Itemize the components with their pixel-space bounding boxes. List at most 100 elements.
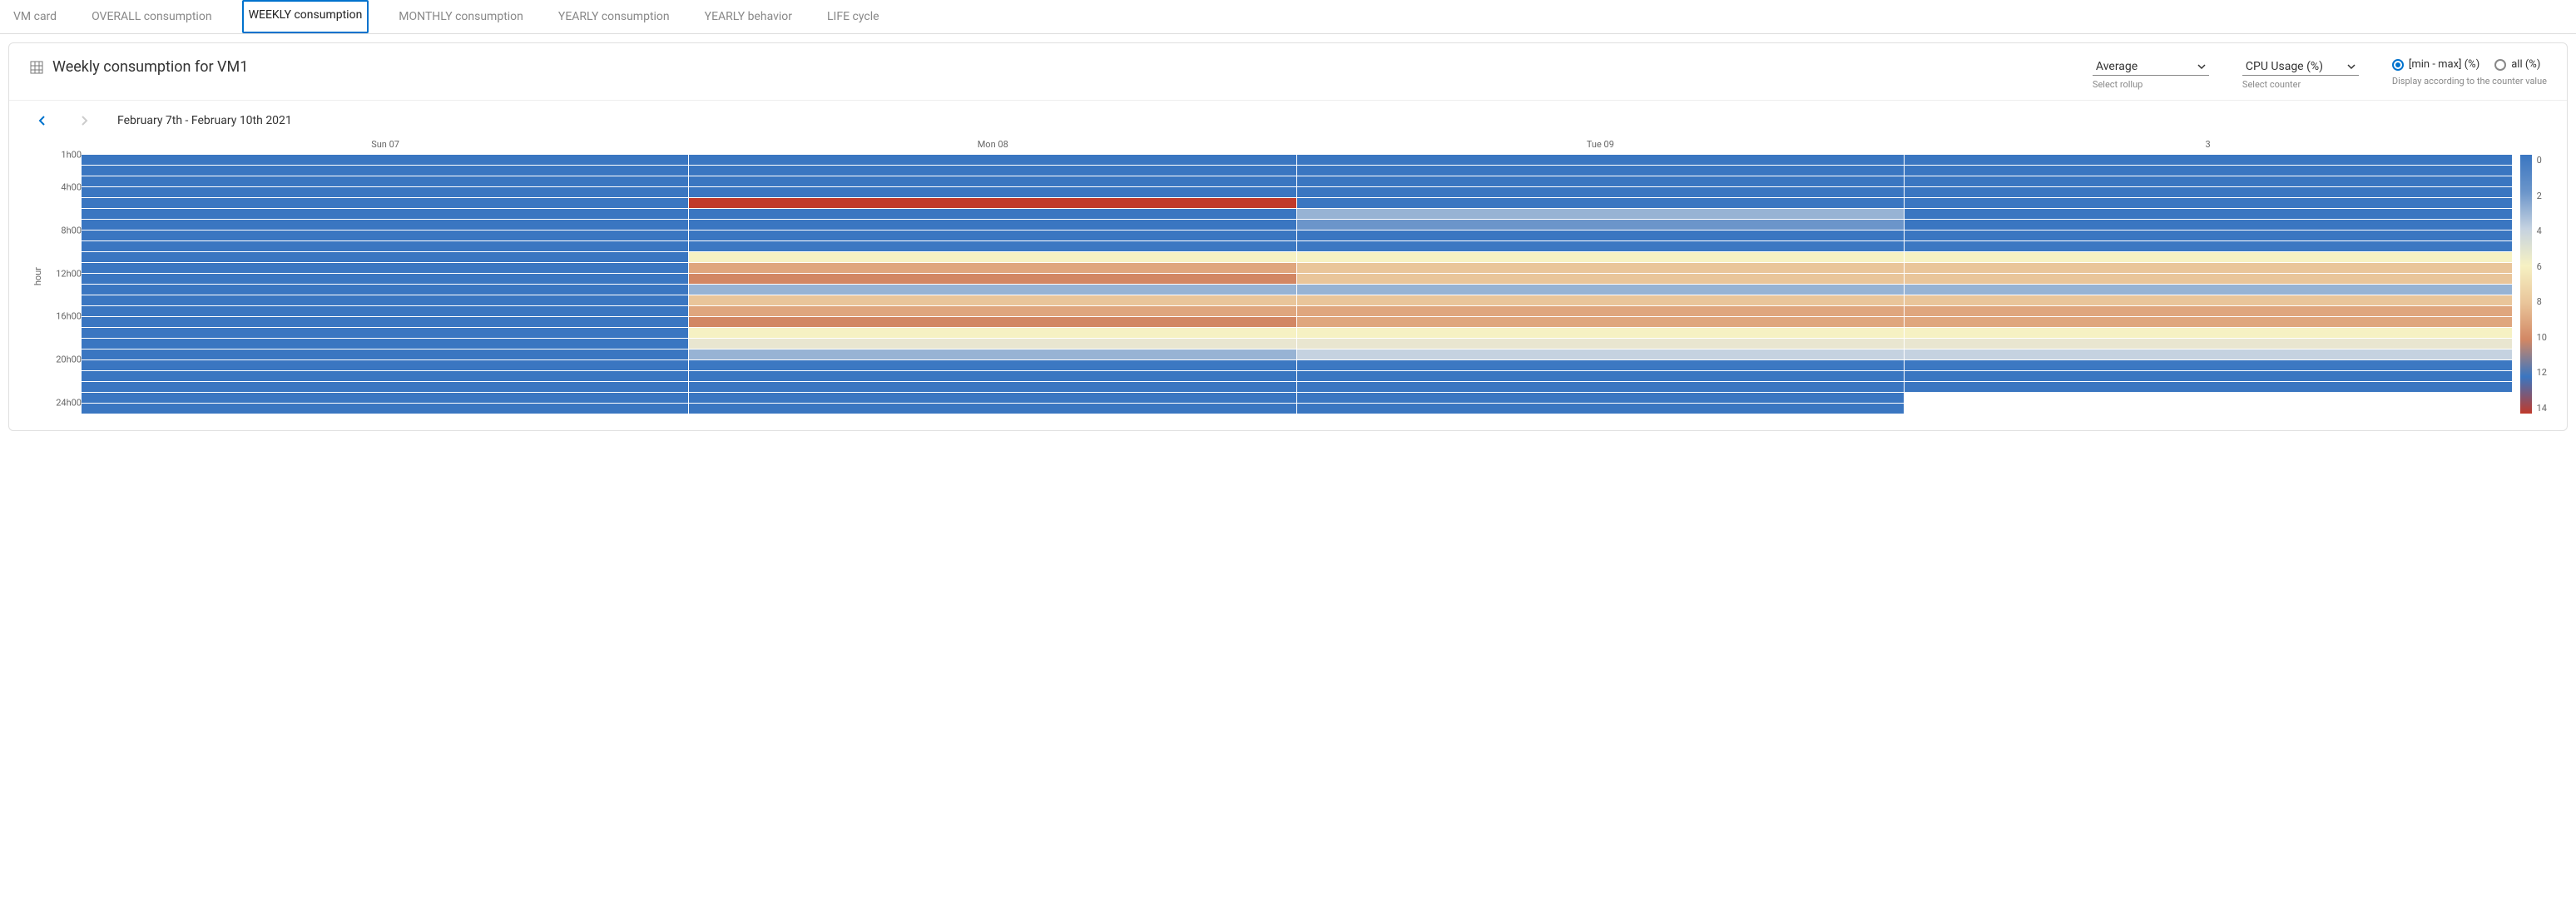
tab-monthly-consumption[interactable]: MONTHLY consumption xyxy=(394,0,528,33)
heatmap-cell xyxy=(82,360,688,370)
radio-label: all (%) xyxy=(2511,58,2540,71)
heatmap-cell xyxy=(1905,306,2511,316)
heatmap-cell xyxy=(82,252,688,262)
heatmap-cell xyxy=(1297,209,1904,219)
colorbar-tick: 0 xyxy=(2537,155,2547,166)
tab-weekly-consumption[interactable]: WEEKLY consumption xyxy=(242,0,369,33)
heatmap-cell xyxy=(82,317,688,327)
heatmap-cell xyxy=(1297,187,1904,197)
heatmap-cell xyxy=(1905,328,2511,338)
y-axis-label: hour xyxy=(29,267,47,285)
heatmap-cell xyxy=(82,328,688,338)
colorbar-tick: 12 xyxy=(2537,367,2547,378)
heatmap-cell xyxy=(1297,252,1904,262)
tab-overall-consumption[interactable]: OVERALL consumption xyxy=(87,0,217,33)
heatmap-cell xyxy=(1297,285,1904,295)
heatmap-cell xyxy=(1905,263,2511,273)
heatmap-cell xyxy=(1905,252,2511,262)
page-title: Weekly consumption for VM1 xyxy=(52,58,248,76)
prev-arrow[interactable] xyxy=(34,112,51,129)
tab-yearly-behavior[interactable]: YEARLY behavior xyxy=(700,0,797,33)
heatmap-cell xyxy=(689,393,1295,403)
next-arrow xyxy=(76,112,92,129)
heatmap-cell xyxy=(689,360,1295,370)
x-ticks: Sun 07Mon 08Tue 093 xyxy=(82,139,2512,150)
heatmap-cell xyxy=(82,382,688,392)
heatmap-cell xyxy=(1297,339,1904,349)
heatmap-cell xyxy=(689,295,1295,305)
heatmap-cell xyxy=(689,317,1295,327)
y-tick: 16h00 xyxy=(56,311,82,322)
heatmap-cell xyxy=(1297,274,1904,284)
radio-option[interactable]: all (%) xyxy=(2494,58,2540,71)
heatmap-cell xyxy=(1905,295,2511,305)
heatmap-cell xyxy=(1905,285,2511,295)
heatmap-cell xyxy=(689,209,1295,219)
heatmap-cell xyxy=(82,155,688,165)
heatmap-cell xyxy=(689,176,1295,186)
heatmap-cell xyxy=(689,220,1295,230)
colorbar-tick: 14 xyxy=(2537,403,2547,414)
heatmap-cell xyxy=(82,230,688,240)
heatmap-cell xyxy=(1297,382,1904,392)
radio-option[interactable]: [min - max] (%) xyxy=(2392,58,2479,71)
counter-label: Select counter xyxy=(2242,79,2359,90)
heatmap xyxy=(82,155,2512,414)
heatmap-cell xyxy=(1297,404,1904,414)
heatmap-cell xyxy=(1905,220,2511,230)
y-tick: 8h00 xyxy=(61,225,82,235)
heatmap-cell xyxy=(1297,241,1904,251)
heatmap-cell xyxy=(82,198,688,208)
heatmap-cell xyxy=(1905,241,2511,251)
tabs: VM card OVERALL consumption WEEKLY consump… xyxy=(0,0,2576,34)
tab-yearly-consumption[interactable]: YEARLY consumption xyxy=(553,0,675,33)
heatmap-cell xyxy=(1905,360,2511,370)
y-tick: 20h00 xyxy=(56,354,82,365)
colorbar-tick: 2 xyxy=(2537,191,2547,201)
panel: Weekly consumption for VM1 Average Selec… xyxy=(8,42,2568,431)
colorbar: 02468101214 xyxy=(2520,155,2547,414)
y-tick: 12h00 xyxy=(56,268,82,279)
tab-life-cycle[interactable]: LIFE cycle xyxy=(822,0,884,33)
heatmap-cell xyxy=(1905,393,2511,403)
heatmap-cell xyxy=(1297,263,1904,273)
rollup-value: Average xyxy=(2096,60,2138,73)
heatmap-cell xyxy=(1297,393,1904,403)
x-tick: Tue 09 xyxy=(1296,139,1904,150)
heatmap-cell xyxy=(1297,198,1904,208)
counter-value: CPU Usage (%) xyxy=(2246,60,2323,73)
rollup-select[interactable]: Average xyxy=(2093,58,2209,76)
heatmap-cell xyxy=(689,230,1295,240)
heatmap-cell xyxy=(82,187,688,197)
y-tick: 4h00 xyxy=(61,181,82,192)
heatmap-cell xyxy=(1905,371,2511,381)
counter-select[interactable]: CPU Usage (%) xyxy=(2242,58,2359,76)
colorbar-tick: 6 xyxy=(2537,261,2547,272)
heatmap-cell xyxy=(1905,349,2511,359)
tab-vm-card[interactable]: VM card xyxy=(8,0,62,33)
radio-icon xyxy=(2494,59,2506,71)
heatmap-cell xyxy=(1905,317,2511,327)
heatmap-cell xyxy=(1297,155,1904,165)
heatmap-cell xyxy=(1905,187,2511,197)
x-tick: Sun 07 xyxy=(82,139,689,150)
heatmap-cell xyxy=(689,274,1295,284)
heatmap-cell xyxy=(82,263,688,273)
heatmap-cell xyxy=(1297,166,1904,176)
heatmap-cell xyxy=(1297,306,1904,316)
heatmap-cell xyxy=(82,339,688,349)
heatmap-cell xyxy=(1905,339,2511,349)
heatmap-cell xyxy=(1905,166,2511,176)
heatmap-cell xyxy=(689,155,1295,165)
heatmap-cell xyxy=(1905,274,2511,284)
date-range: February 7th - February 10th 2021 xyxy=(117,114,292,127)
heatmap-cell xyxy=(1905,209,2511,219)
y-ticks: 1h004h008h0012h0016h0020h0024h00 xyxy=(47,139,82,414)
heatmap-cell xyxy=(82,349,688,359)
heatmap-cell xyxy=(82,295,688,305)
heatmap-cell xyxy=(689,306,1295,316)
heatmap-cell xyxy=(1297,349,1904,359)
heatmap-cell xyxy=(1297,176,1904,186)
x-tick: Mon 08 xyxy=(689,139,1296,150)
heatmap-cell xyxy=(1297,371,1904,381)
